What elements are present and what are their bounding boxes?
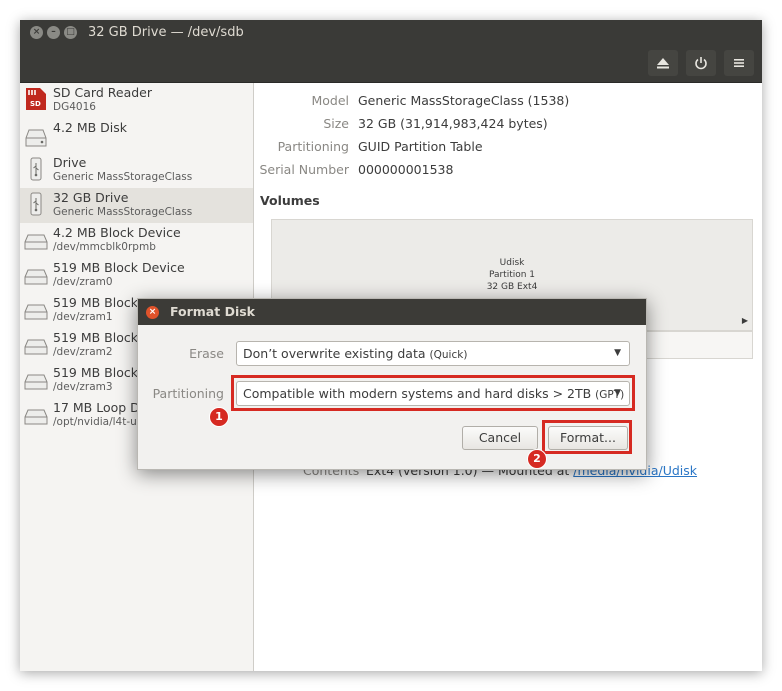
- close-icon: ×: [32, 27, 41, 37]
- model-label: Model: [311, 93, 349, 108]
- partitioning-value: GUID Partition Table: [358, 139, 483, 154]
- device-item-32gb-drive[interactable]: 32 GB Drive Generic MassStorageClass: [20, 188, 253, 223]
- device-name: Drive: [53, 155, 87, 170]
- drive-menu-button[interactable]: [724, 50, 754, 76]
- device-item-zram0[interactable]: 519 MB Block Device /dev/zram0: [20, 258, 253, 293]
- volume-name: Udisk: [499, 258, 525, 268]
- device-item-drive[interactable]: Drive Generic MassStorageClass: [20, 153, 253, 188]
- size-label: Size: [323, 116, 349, 131]
- power-icon: [695, 57, 707, 70]
- title-bar: × – □ 32 GB Drive — /dev/sdb: [20, 20, 762, 83]
- device-subtitle: /dev/zram0: [53, 276, 113, 288]
- usb-drive-icon: [30, 157, 42, 181]
- minimize-icon: –: [51, 27, 56, 37]
- serial-number-value: 000000001538: [358, 162, 454, 177]
- close-icon: ×: [148, 307, 157, 317]
- partitioning-highlight: [231, 375, 635, 411]
- device-subtitle: /dev/zram2: [53, 346, 113, 358]
- cancel-button[interactable]: Cancel: [462, 426, 538, 450]
- volume-size: 32 GB Ext4: [486, 282, 538, 292]
- block-device-icon: [24, 374, 48, 390]
- erase-value: Don’t overwrite existing data (Quick): [243, 346, 467, 361]
- device-name: 519 MB Block: [53, 330, 138, 345]
- step-2-badge: 2: [527, 449, 547, 469]
- device-subtitle: /dev/mmcblk0rpmb: [53, 241, 156, 253]
- power-off-button[interactable]: [686, 50, 716, 76]
- dialog-title: Format Disk: [170, 304, 255, 319]
- partitioning-label: Partitioning: [152, 386, 224, 401]
- step-1-badge: 1: [209, 407, 229, 427]
- minimize-window-button[interactable]: –: [47, 26, 60, 39]
- disk-icon: [25, 129, 47, 147]
- dialog-close-button[interactable]: ×: [146, 306, 159, 319]
- block-device-icon: [24, 269, 48, 285]
- serial-number-label: Serial Number: [259, 162, 349, 177]
- device-name: 519 MB Block Device: [53, 260, 185, 275]
- volume-partition: Partition 1: [488, 270, 536, 280]
- erase-label: Erase: [189, 346, 224, 361]
- device-name: 4.2 MB Disk: [53, 120, 128, 135]
- chevron-down-icon: ▼: [614, 348, 621, 358]
- device-subtitle: /dev/zram3: [53, 381, 113, 393]
- dialog-title-bar: × Format Disk: [138, 299, 646, 325]
- maximize-icon: □: [66, 27, 75, 37]
- device-subtitle: Generic MassStorageClass: [53, 171, 193, 183]
- size-value: 32 GB (31,914,983,424 bytes): [358, 116, 548, 131]
- menu-icon: [734, 59, 744, 67]
- device-subtitle: DG4016: [53, 101, 96, 113]
- device-item-mmcblk0rpmb[interactable]: 4.2 MB Block Device /dev/mmcblk0rpmb: [20, 223, 253, 258]
- device-name: 32 GB Drive: [53, 190, 129, 205]
- close-window-button[interactable]: ×: [30, 26, 43, 39]
- device-name: 519 MB Block: [53, 365, 138, 380]
- partitioning-label: Partitioning: [277, 139, 349, 154]
- device-item-sd-card-reader[interactable]: SD SD Card Reader DG4016: [20, 83, 253, 118]
- device-subtitle: /opt/nvidia/l4t-u: [53, 416, 137, 428]
- block-device-icon: [24, 339, 48, 355]
- volumes-heading: Volumes: [260, 193, 320, 208]
- device-name: 4.2 MB Block Device: [53, 225, 181, 240]
- device-name: SD Card Reader: [53, 85, 152, 100]
- device-subtitle: Generic MassStorageClass: [53, 206, 193, 218]
- eject-icon: [657, 58, 669, 69]
- format-highlight: [542, 420, 632, 454]
- erase-hint: (Quick): [429, 349, 468, 361]
- block-device-icon: [24, 409, 48, 425]
- block-device-icon: [24, 304, 48, 320]
- scroll-right-icon[interactable]: ▶: [742, 316, 748, 325]
- eject-button[interactable]: [648, 50, 678, 76]
- sd-card-icon: SD: [26, 88, 46, 110]
- svg-text:SD: SD: [30, 100, 41, 108]
- erase-option: Don’t overwrite existing data: [243, 346, 426, 361]
- maximize-window-button[interactable]: □: [64, 26, 77, 39]
- erase-dropdown[interactable]: Don’t overwrite existing data (Quick) ▼: [236, 341, 630, 366]
- device-name: 17 MB Loop D: [53, 400, 140, 415]
- model-value: Generic MassStorageClass (1538): [358, 93, 570, 108]
- block-device-icon: [24, 234, 48, 250]
- format-disk-dialog: × Format Disk Erase Don’t overwrite exis…: [137, 298, 647, 470]
- device-subtitle: /dev/zram1: [53, 311, 113, 323]
- usb-drive-icon: [30, 192, 42, 216]
- device-item-4-2mb-disk[interactable]: 4.2 MB Disk: [20, 118, 253, 153]
- device-name: 519 MB Block: [53, 295, 138, 310]
- window-title: 32 GB Drive — /dev/sdb: [88, 25, 244, 40]
